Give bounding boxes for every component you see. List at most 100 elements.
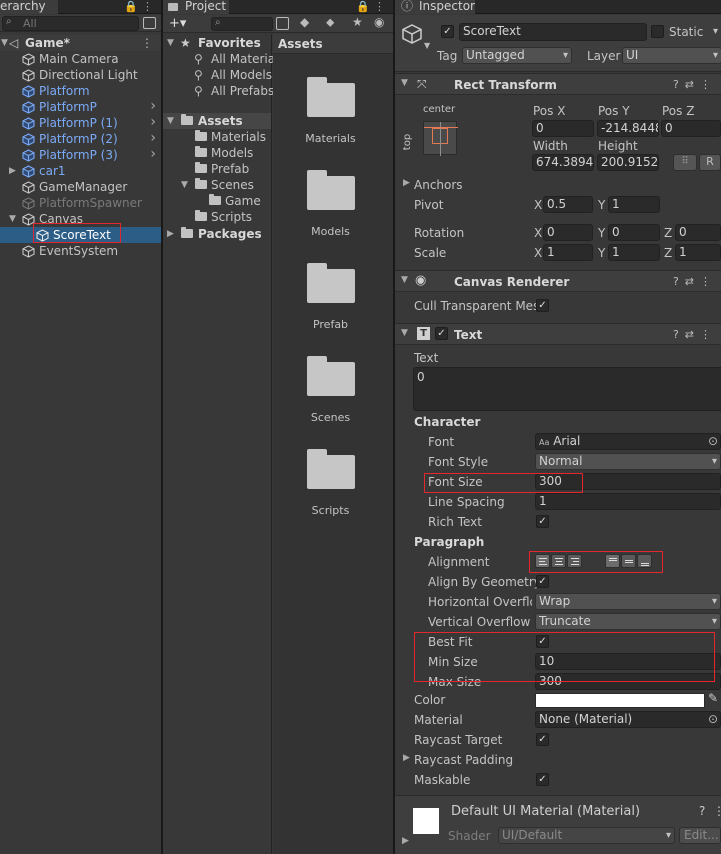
component-menu-icons[interactable]: ?⇄⋮	[673, 327, 717, 343]
width-field[interactable]: 674.3894	[532, 154, 594, 171]
folder-row[interactable]: Models	[163, 145, 271, 161]
grid-folder-label[interactable]: Prefab	[273, 318, 388, 331]
static-checkbox[interactable]	[651, 25, 664, 38]
chevron-right-icon[interactable]: ›	[150, 98, 156, 114]
scale-z-field[interactable]: 1	[675, 244, 721, 261]
object-name-field[interactable]: ScoreText	[459, 23, 647, 41]
hierarchy-item[interactable]: EventSystem	[0, 243, 161, 259]
hierarchy-item[interactable]: PlatformSpawner	[0, 195, 161, 211]
grid-folder-label[interactable]: Scripts	[273, 504, 388, 517]
font-style-dropdown[interactable]: Normal	[535, 453, 721, 470]
expand-arrow-icon[interactable]: ▶	[9, 163, 16, 179]
favorite-star-icon[interactable]: ★	[352, 15, 363, 29]
grid-folder-label[interactable]: Materials	[273, 132, 388, 145]
posy-field[interactable]: -214.8448	[597, 120, 659, 137]
hierarchy-item[interactable]: ▼ Canvas	[0, 211, 161, 227]
text-enabled-checkbox[interactable]: ✓	[435, 327, 448, 340]
project-search-input[interactable]: ⌕	[211, 17, 273, 31]
shader-dropdown[interactable]: UI/Default	[498, 827, 675, 844]
active-checkbox[interactable]: ✓	[441, 25, 454, 38]
folder-icon[interactable]	[307, 170, 355, 210]
expand-arrow-icon[interactable]: ▼	[167, 113, 174, 129]
folder-row[interactable]: Scripts	[163, 209, 271, 225]
rotation-x-field[interactable]: 0	[543, 224, 593, 241]
chevron-right-icon[interactable]: ›	[150, 146, 156, 162]
layer-dropdown[interactable]: UI	[622, 47, 721, 64]
chevron-right-icon[interactable]: ›	[150, 114, 156, 130]
label-tag-icon[interactable]: ⬥	[326, 15, 334, 30]
hierarchy-item[interactable]: Platform	[0, 83, 161, 99]
hierarchy-item[interactable]: GameManager	[0, 179, 161, 195]
help-icon[interactable]: ?	[699, 804, 705, 818]
favorite-item[interactable]: ⚲ All Materia	[163, 51, 275, 67]
project-tab-menu-icon[interactable]: 🔒⋮	[356, 0, 389, 14]
search-input[interactable]: ⌕ All	[2, 16, 139, 31]
folder-icon[interactable]	[307, 263, 355, 303]
folder-row[interactable]: ▼ Scenes	[163, 177, 271, 193]
expand-arrow-icon[interactable]: ▼	[181, 177, 188, 193]
raycast-target-checkbox[interactable]: ✓	[536, 733, 549, 746]
text-area[interactable]: 0	[413, 367, 721, 411]
hidden-packages-eye-icon[interactable]: ◉	[374, 15, 384, 29]
object-picker-icon[interactable]: ⊙	[708, 434, 718, 449]
expand-arrow-icon[interactable]: ▶	[403, 178, 410, 188]
align-middle-button[interactable]	[621, 554, 636, 568]
expand-arrow-icon[interactable]: ▶	[167, 226, 174, 242]
chevron-right-icon[interactable]: ›	[150, 130, 156, 146]
favorite-item[interactable]: ⚲ All Models	[163, 67, 272, 83]
search-by-type-icon[interactable]	[276, 17, 289, 30]
folder-row[interactable]: Game	[163, 193, 271, 209]
hierarchy-item[interactable]: PlatformP (2) ›	[0, 130, 161, 147]
object-picker-icon[interactable]: ⊙	[708, 712, 718, 727]
hierarchy-item[interactable]: PlatformP (1) ›	[0, 114, 161, 131]
folder-icon[interactable]	[307, 449, 355, 489]
inspector-tab[interactable]: ⓘ Inspector	[395, 0, 475, 14]
packages-row[interactable]: ▶ Packages	[163, 226, 271, 242]
horizontal-overflow-dropdown[interactable]: Wrap	[535, 593, 721, 610]
chevron-down-icon[interactable]: ▼	[424, 41, 430, 50]
rotation-z-field[interactable]: 0	[675, 224, 721, 241]
hierarchy-item[interactable]: PlatformP (3) ›	[0, 146, 161, 163]
anchors-label[interactable]: Anchors	[414, 177, 463, 193]
align-left-button[interactable]	[535, 554, 550, 568]
hierarchy-item[interactable]: ScoreText	[0, 227, 161, 243]
pivot-x-field[interactable]: 0.5	[543, 196, 593, 213]
cull-transparent-checkbox[interactable]: ✓	[536, 299, 549, 312]
color-swatch[interactable]	[535, 693, 705, 708]
eyedropper-icon[interactable]: ✎	[708, 691, 718, 705]
grid-folder-label[interactable]: Models	[273, 225, 388, 238]
maskable-checkbox[interactable]: ✓	[536, 773, 549, 786]
scene-row[interactable]: ▼ ◁ Game* ⋮	[0, 35, 161, 51]
create-menu-icon[interactable]	[143, 17, 156, 29]
scale-x-field[interactable]: 1	[543, 244, 593, 261]
add-asset-button[interactable]: +▾	[169, 15, 186, 32]
hierarchy-item[interactable]: ▶ car1	[0, 163, 161, 179]
tag-dropdown[interactable]: Untagged	[462, 47, 572, 64]
menu-icon[interactable]: ⋮	[713, 804, 721, 818]
expand-arrow-icon[interactable]: ▼	[9, 211, 16, 227]
folder-row[interactable]: Prefab	[163, 161, 271, 177]
line-spacing-field[interactable]: 1	[535, 493, 721, 510]
font-field[interactable]: Aa Arial ⊙	[535, 433, 721, 450]
posz-field[interactable]: 0	[661, 120, 721, 137]
rotation-y-field[interactable]: 0	[608, 224, 660, 241]
grid-folder-label[interactable]: Scenes	[273, 411, 388, 424]
max-size-field[interactable]: 300	[535, 673, 721, 690]
hierarchy-tab-menu-icon[interactable]: 🔒⋮	[124, 0, 157, 14]
raycast-padding-label[interactable]: Raycast Padding	[414, 752, 513, 768]
static-dropdown[interactable]	[709, 24, 721, 41]
hierarchy-item[interactable]: PlatformP ›	[0, 98, 161, 115]
favorite-item[interactable]: ⚲ All Prefabs	[163, 83, 274, 99]
folder-row[interactable]: Materials	[163, 129, 271, 145]
rich-text-checkbox[interactable]: ✓	[536, 515, 549, 528]
component-menu-icons[interactable]: ?⇄⋮	[673, 274, 717, 290]
folder-icon[interactable]	[307, 356, 355, 396]
raw-edit-button[interactable]: R	[699, 154, 721, 171]
scene-menu-icon[interactable]: ⋮	[141, 35, 153, 51]
expand-arrow-icon[interactable]: ▶	[403, 753, 410, 763]
text-component-header[interactable]: ▼ T ✓ Text ?⇄⋮	[395, 323, 721, 345]
align-bottom-button[interactable]	[637, 554, 652, 568]
collapse-arrow-icon[interactable]: ▼	[401, 328, 408, 338]
font-size-field[interactable]: 300	[535, 473, 721, 490]
edit-shader-button[interactable]: Edit...	[679, 827, 721, 844]
